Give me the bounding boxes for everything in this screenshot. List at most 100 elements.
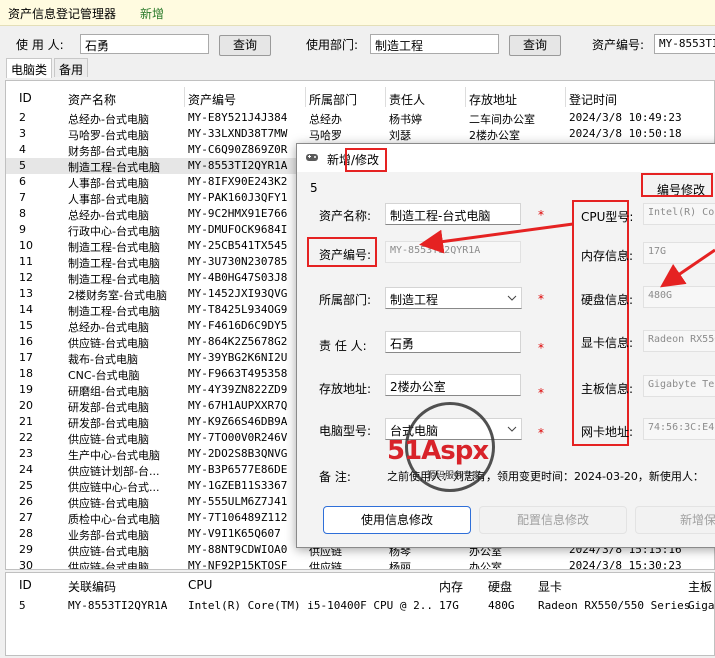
table-cell: 二车间办公室	[469, 113, 535, 126]
table-cell: 总经办-台式电脑	[68, 113, 149, 126]
table-cell: 3	[19, 127, 26, 140]
table-cell: 制造工程-台式电脑	[68, 161, 160, 174]
table-cell: 业务部-台式电脑	[68, 529, 149, 542]
detail-col-cpu[interactable]: CPU	[188, 578, 212, 592]
tab-computer[interactable]: 电脑类	[6, 58, 53, 78]
table-cell: MY-67H1AUPXXR7Q	[188, 399, 288, 412]
detail-table: ID 关联编码 CPU 内存 硬盘 显卡 主板 5 MY-8553TI2QYR1…	[5, 572, 715, 656]
table-cell: 27	[19, 511, 33, 524]
table-cell: 人事部-台式电脑	[68, 193, 149, 206]
watermark-brand: 51Aspx	[387, 436, 489, 466]
table-cell: MY-4Y39ZN822ZD9	[188, 383, 288, 396]
table-cell: 5	[19, 159, 26, 172]
detail-cell: Giga	[688, 599, 715, 612]
table-row[interactable]: 2 总经办-台式电脑 MY-E8Y521J4J384 总经办 杨书婷 二车间办公室 2024…	[6, 110, 714, 126]
dept-label: 使用部门:	[306, 38, 359, 52]
table-cell: 18	[19, 367, 33, 380]
table-cell: MY-E8Y521J4J384	[188, 111, 288, 124]
table-cell: MY-7T106489Z112	[188, 511, 288, 524]
table-cell: 供应链-台式电脑	[68, 561, 149, 570]
user-input[interactable]: 石勇	[80, 34, 209, 54]
table-cell: 29	[19, 543, 33, 556]
table-cell: 22	[19, 431, 33, 444]
table-cell: MY-2DO2S8B3QNVG	[188, 447, 288, 460]
table-cell: 4	[19, 143, 26, 156]
table-cell: 2楼财务室-台式电脑	[68, 289, 167, 302]
user-info-edit-button[interactable]: 使用信息修改	[323, 506, 471, 534]
table-cell: 24	[19, 463, 33, 476]
tab-spare[interactable]: 备用	[54, 58, 89, 77]
col-time[interactable]: 登记时间	[569, 91, 617, 108]
table-cell: 2024/3/8 10:50:18	[569, 127, 682, 140]
table-cell: 12	[19, 271, 33, 284]
table-cell: MY-4B0HG47S03J8	[188, 271, 288, 284]
table-row[interactable]: 30 供应链-台式电脑 MY-NF92P15KTOSF 供应链 杨丽 办公室 2024/3/…	[6, 558, 714, 570]
col-name[interactable]: 资产名称	[68, 91, 116, 108]
table-cell: MY-PAK160J3QFY1	[188, 191, 288, 204]
table-cell: 供应链中心-台式...	[68, 481, 160, 494]
table-cell: 6	[19, 175, 26, 188]
table-cell: 11	[19, 255, 33, 268]
table-cell: 2024/3/8 15:30:23	[569, 559, 682, 570]
dept-input[interactable]: 制造工程	[370, 34, 499, 54]
col-id[interactable]: ID	[19, 91, 32, 105]
config-info-edit-button: 配置信息修改	[479, 506, 627, 534]
detail-cell: 5	[19, 599, 26, 612]
code-input[interactable]: MY-8553TI2QYR1A	[654, 34, 715, 54]
table-cell: MY-8IFX90E243K2	[188, 175, 288, 188]
table-cell: MY-B3P6577E86DE	[188, 463, 288, 476]
detail-col-id[interactable]: ID	[19, 578, 32, 592]
menu-new[interactable]: 新增	[140, 5, 164, 22]
table-cell: MY-88NT9CDWIOA0	[188, 543, 288, 556]
table-cell: MY-3U730N230785	[188, 255, 288, 268]
user-label: 使 用 人:	[16, 38, 64, 52]
edit-dialog: 新增/修改 5 编号修改 资产名称: 制造工程-台式电脑 * 资产编号: MY-…	[296, 143, 715, 548]
table-cell: 人事部-台式电脑	[68, 177, 149, 190]
detail-cell: Intel(R) Core(TM) i5-10400F CPU @ 2....	[188, 599, 433, 612]
table-cell: 30	[19, 559, 33, 570]
add-save-button: 新增保	[635, 506, 715, 534]
col-location[interactable]: 存放地址	[469, 91, 517, 108]
detail-cell: MY-8553TI2QYR1A	[68, 599, 168, 612]
table-cell: 2	[19, 111, 26, 124]
table-cell: MY-39YBG2K6NI2U	[188, 351, 288, 364]
table-cell: 生产中心-台式电脑	[68, 449, 160, 462]
col-code[interactable]: 资产编号	[188, 91, 236, 108]
watermark-sub: 源码服务专家	[427, 471, 482, 481]
table-cell: 裁布-台式电脑	[68, 353, 138, 366]
table-cell: MY-33LXND38T7MW	[188, 127, 288, 140]
table-cell: 14	[19, 303, 33, 316]
table-row[interactable]: 3 马哈罗-台式电脑 MY-33LXND38T7MW 马哈罗 刘瑟 2楼办公室 2024/3…	[6, 126, 714, 142]
table-cell: 制造工程-台式电脑	[68, 273, 160, 286]
menu-app-title[interactable]: 资产信息登记管理器	[8, 5, 116, 22]
table-cell: 25	[19, 479, 33, 492]
detail-cell: 480G	[488, 599, 515, 612]
table-cell: 供应链	[309, 561, 342, 570]
table-cell: 总经办-台式电脑	[68, 209, 149, 222]
detail-cell: 17G	[439, 599, 459, 612]
table-cell: 7	[19, 191, 26, 204]
table-cell: 研发部-台式电脑	[68, 401, 149, 414]
table-cell: 13	[19, 287, 33, 300]
table-cell: MY-7TO00V0R246V	[188, 431, 288, 444]
detail-col-board[interactable]: 主板	[688, 578, 712, 595]
table-cell: MY-1GZEB11S3367	[188, 479, 288, 492]
table-cell: 供应链-台式电脑	[68, 545, 149, 558]
detail-col-mem[interactable]: 内存	[439, 578, 463, 595]
detail-col-gpu[interactable]: 显卡	[538, 578, 562, 595]
table-cell: 供应链-台式电脑	[68, 337, 149, 350]
table-cell: 8	[19, 207, 26, 220]
table-cell: 总经办-台式电脑	[68, 321, 149, 334]
detail-row[interactable]: 5 MY-8553TI2QYR1A Intel(R) Core(TM) i5-1…	[6, 598, 715, 614]
detail-col-code[interactable]: 关联编码	[68, 578, 116, 595]
query-dept-button[interactable]: 查询	[509, 35, 561, 56]
table-cell: 28	[19, 527, 33, 540]
detail-col-disk[interactable]: 硬盘	[488, 578, 512, 595]
table-cell: 刘瑟	[389, 129, 411, 142]
table-cell: 制造工程-台式电脑	[68, 257, 160, 270]
query-user-button[interactable]: 查询	[219, 35, 271, 56]
col-owner[interactable]: 责任人	[389, 91, 425, 108]
col-dept[interactable]: 所属部门	[309, 91, 357, 108]
table-cell: 9	[19, 223, 26, 236]
table-cell: 供应链-台式电脑	[68, 433, 149, 446]
